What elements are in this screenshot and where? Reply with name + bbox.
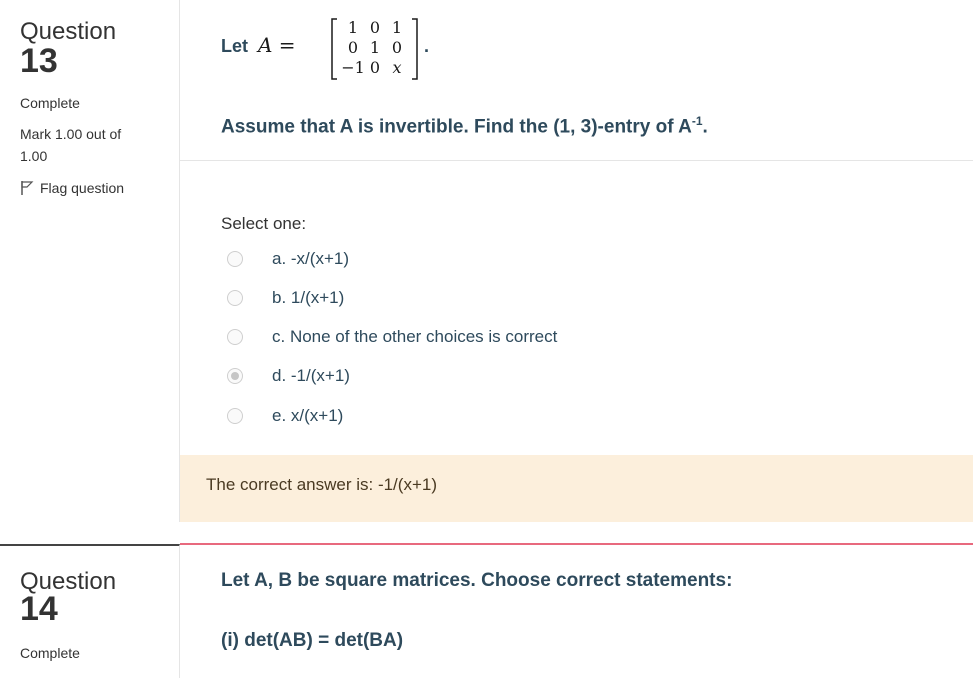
option-d[interactable]: d. -1/(x+1) (227, 365, 350, 387)
question-number: 13 (20, 42, 58, 80)
option-d-label: d. -1/(x+1) (272, 366, 350, 385)
option-e[interactable]: e. x/(x+1) (227, 405, 343, 427)
matrix-cell: 0 (369, 18, 381, 37)
let-prefix: Let (221, 36, 248, 56)
radio-option-b[interactable] (227, 290, 243, 306)
question-state: Complete (20, 95, 80, 111)
prompt-end: . (702, 116, 708, 138)
question-14-prompt: Let A, B be square matrices. Choose corr… (221, 570, 733, 591)
option-b-label: b. 1/(x+1) (272, 288, 345, 307)
select-one-label: Select one: (221, 214, 307, 233)
feedback-text: The correct answer is: -1/(x+1) (206, 475, 437, 494)
question-14-statement-1: (i) det(AB) = det(BA) (221, 630, 404, 651)
option-e-label: e. x/(x+1) (272, 406, 344, 425)
matrix-cell: 1 (391, 18, 403, 37)
matrix-period: . (424, 36, 430, 56)
question-mark-line1: Mark 1.00 out of (20, 126, 122, 142)
matrix-cell: 0 (347, 38, 359, 57)
option-c[interactable]: c. None of the other choices is correct (227, 326, 557, 348)
matrix-name: A = (258, 33, 296, 57)
question-13-info: Question 13 Complete Mark 1.00 out of 1.… (0, 0, 180, 522)
flag-icon (21, 181, 34, 195)
radio-option-e[interactable] (227, 408, 243, 424)
question-divider (180, 543, 973, 545)
prompt-superscript: -1 (691, 114, 703, 128)
matrix-cell: 1 (369, 38, 381, 57)
matrix-a: 1 0 1 0 1 0 −1 0 x (330, 18, 430, 80)
correct-answer-feedback: The correct answer is: -1/(x+1) (180, 455, 973, 522)
question-prompt: Assume that A is invertible. Find the (1… (221, 114, 708, 138)
prompt-text: Assume that A is invertible. Find the (1… (221, 116, 692, 138)
question-number: 14 (20, 590, 58, 628)
matrix-cell: 0 (369, 58, 381, 77)
option-a[interactable]: a. -x/(x+1) (227, 248, 349, 270)
radio-option-d[interactable] (227, 368, 243, 384)
option-a-label: a. -x/(x+1) (272, 249, 349, 268)
flag-question-label: Flag question (40, 180, 125, 196)
radio-option-c[interactable] (227, 329, 243, 345)
matrix-cell: x (392, 58, 402, 77)
question-state: Complete (20, 645, 80, 661)
radio-option-a[interactable] (227, 251, 243, 267)
question-mark-line2: 1.00 (20, 148, 48, 164)
matrix-cell: 0 (391, 38, 403, 57)
flag-question-button[interactable]: Flag question (20, 180, 124, 196)
question-14-info: Question 14 Complete (0, 544, 180, 678)
question-13-text: Let A = 1 0 1 0 1 0 −1 0 x . Assume that… (180, 0, 973, 161)
option-b[interactable]: b. 1/(x+1) (227, 287, 344, 309)
option-c-label: c. None of the other choices is correct (272, 327, 558, 346)
matrix-cell: 1 (347, 18, 359, 37)
